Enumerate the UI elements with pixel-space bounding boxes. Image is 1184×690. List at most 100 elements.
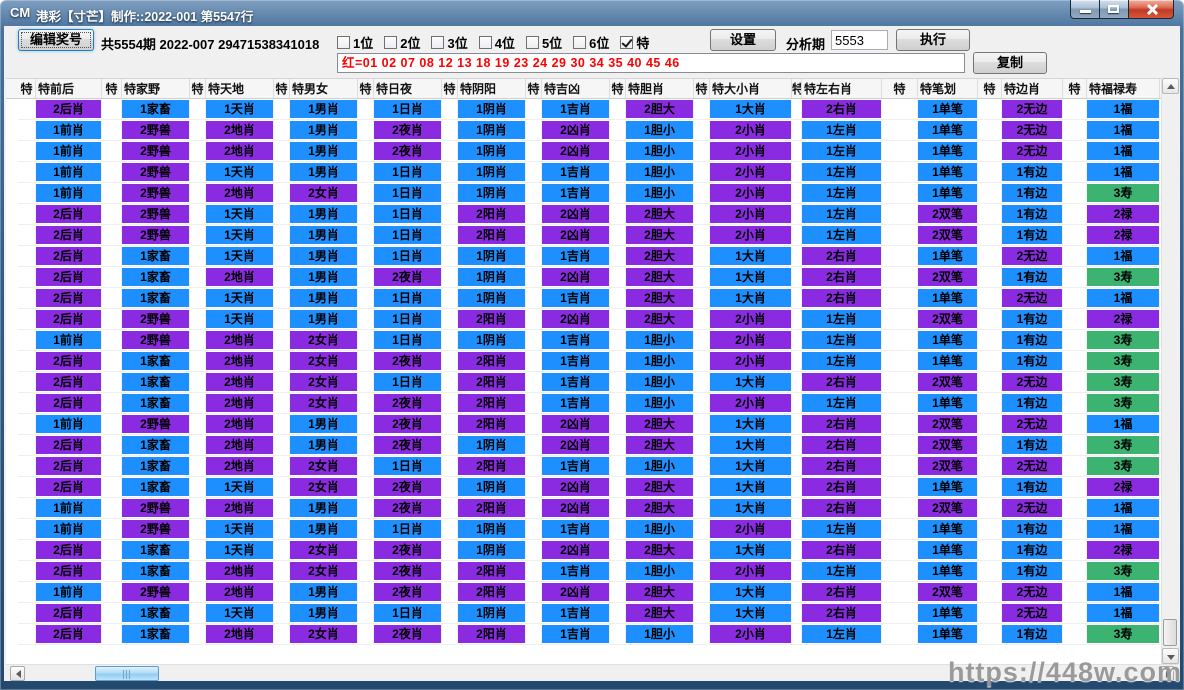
checkbox-3位[interactable]: 3位 — [431, 33, 467, 52]
column-header-te[interactable]: 特 — [526, 79, 542, 98]
column-header[interactable]: 特阴阳 — [458, 79, 526, 98]
table-row[interactable]: 2后肖1家畜1天肖1男肖1日肖1阴肖1吉肖2胆大1大肖2右肖1单笔2无边1福 — [18, 99, 1178, 120]
red-numbers-field[interactable]: 红=01 02 07 08 12 13 18 19 23 24 29 30 34… — [337, 53, 965, 73]
horizontal-scrollbar[interactable] — [6, 664, 1178, 681]
grid-cell-value: 1前肖 — [36, 331, 101, 349]
column-header-te[interactable]: 特 — [190, 79, 206, 98]
column-header[interactable]: 特天地 — [206, 79, 274, 98]
vertical-scrollbar[interactable] — [1161, 78, 1178, 664]
table-row[interactable]: 1前肖2野兽2地肖1男肖2夜肖1阴肖2凶肖1胆小2小肖1左肖1单笔2无边1福 — [18, 120, 1178, 141]
grid-cell-value: 1日肖 — [374, 331, 441, 349]
column-header[interactable]: 特吉凶 — [542, 79, 610, 98]
checkbox-2位[interactable]: 2位 — [384, 33, 420, 52]
checkbox-4位[interactable]: 4位 — [479, 33, 515, 52]
column-header[interactable]: 特大小肖 — [710, 79, 792, 98]
copy-button[interactable]: 复制 — [973, 52, 1047, 74]
table-row[interactable]: 2后肖1家畜2地肖2女肖2夜肖2阳肖1吉肖1胆小2小肖1左肖1单笔1有边3寿 — [18, 561, 1178, 582]
grid-cell-value: 1家畜 — [122, 352, 189, 370]
table-row[interactable]: 2后肖2野兽1天肖1男肖1日肖2阳肖2凶肖2胆大2小肖1左肖2双笔1有边2禄 — [18, 204, 1178, 225]
table-row[interactable]: 2后肖1家畜2地肖2女肖1日肖2阳肖1吉肖1胆小1大肖2右肖2双笔2无边3寿 — [18, 372, 1178, 393]
grid-cell-value: 1胆小 — [626, 562, 693, 580]
column-header-te[interactable]: 特 — [102, 79, 122, 98]
column-header[interactable]: 特左右肖 — [802, 79, 882, 98]
column-header-te[interactable]: 特 — [442, 79, 458, 98]
column-header[interactable]: 特笔划 — [918, 79, 978, 98]
checkbox-5位[interactable]: 5位 — [526, 33, 562, 52]
edit-prize-numbers-button[interactable]: 编辑奖号 — [18, 29, 94, 51]
checkbox-特[interactable]: 特 — [620, 33, 649, 52]
te-spacer-cell — [792, 225, 802, 246]
table-row[interactable]: 1前肖2野兽2地肖1男肖2夜肖2阳肖2凶肖2胆大1大肖2右肖2双笔2无边1福 — [18, 582, 1178, 603]
checkbox-6位[interactable]: 6位 — [573, 33, 609, 52]
horizontal-scroll-thumb[interactable] — [95, 666, 159, 681]
settings-button[interactable]: 设置 — [710, 29, 776, 51]
table-row[interactable]: 1前肖2野兽2地肖1男肖2夜肖2阳肖2凶肖2胆大1大肖2右肖2双笔2无边1福 — [18, 414, 1178, 435]
table-row[interactable]: 2后肖1家畜2地肖2女肖2夜肖2阳肖1吉肖1胆小2小肖1左肖1单笔1有边3寿 — [18, 393, 1178, 414]
column-header-te[interactable]: 特 — [358, 79, 374, 98]
column-header[interactable]: 特前后 — [36, 79, 102, 98]
column-header[interactable]: 特边肖 — [1002, 79, 1063, 98]
column-header[interactable]: 特胆肖 — [626, 79, 694, 98]
grid-cell-value: 1阴肖 — [458, 247, 525, 265]
grid-cell: 2阳肖 — [458, 624, 526, 645]
column-header[interactable]: 特家野 — [122, 79, 190, 98]
vertical-scroll-thumb[interactable] — [1163, 619, 1177, 646]
execute-button[interactable]: 执行 — [896, 29, 970, 51]
table-row[interactable]: 1前肖2野兽1天肖1男肖1日肖1阴肖1吉肖1胆小2小肖1左肖1单笔1有边1福 — [18, 519, 1178, 540]
grid-cell-value: 1左肖 — [802, 352, 881, 370]
grid-cell: 1胆小 — [626, 183, 694, 204]
column-header[interactable]: 特福禄寿 — [1087, 79, 1160, 98]
grid-cell-value: 1家畜 — [122, 562, 189, 580]
grid-cell: 1单笔 — [918, 120, 978, 141]
maximize-button[interactable] — [1100, 0, 1128, 19]
close-button[interactable] — [1128, 0, 1174, 19]
table-row[interactable]: 2后肖1家畜2地肖2女肖2夜肖2阳肖1吉肖1胆小2小肖1左肖1单笔1有边3寿 — [18, 624, 1178, 645]
table-row[interactable]: 1前肖2野兽2地肖1男肖2夜肖1阴肖2凶肖1胆小2小肖1左肖1单笔2无边1福 — [18, 141, 1178, 162]
table-row[interactable]: 2后肖1家畜2地肖2女肖2夜肖2阳肖1吉肖1胆小2小肖1左肖1单笔1有边3寿 — [18, 351, 1178, 372]
column-header-te[interactable]: 特 — [610, 79, 626, 98]
grid-cell: 2夜肖 — [374, 120, 442, 141]
table-row[interactable]: 2后肖1家畜2地肖1男肖2夜肖1阴肖2凶肖2胆大1大肖2右肖2双笔1有边3寿 — [18, 435, 1178, 456]
table-row[interactable]: 2后肖1家畜1天肖2女肖2夜肖1阴肖2凶肖2胆大1大肖2右肖1单笔1有边2禄 — [18, 540, 1178, 561]
table-row[interactable]: 1前肖2野兽2地肖2女肖1日肖1阴肖1吉肖1胆小2小肖1左肖1单笔1有边3寿 — [18, 330, 1178, 351]
checkbox-unchecked-icon — [431, 36, 444, 49]
te-spacer-cell — [102, 120, 122, 141]
column-header-te[interactable]: 特 — [978, 79, 1002, 98]
table-row[interactable]: 2后肖1家畜1天肖1男肖1日肖1阴肖1吉肖2胆大1大肖2右肖1单笔2无边1福 — [18, 603, 1178, 624]
grid-cell-value: 1单笔 — [918, 121, 977, 139]
column-header-te[interactable]: 特 — [694, 79, 710, 98]
table-row[interactable]: 2后肖1家畜1天肖1男肖1日肖1阴肖1吉肖2胆大1大肖2右肖1单笔2无边1福 — [18, 288, 1178, 309]
minimize-button[interactable] — [1070, 0, 1100, 19]
grid-cell-value: 1大肖 — [710, 268, 791, 286]
column-header[interactable]: 特日夜 — [374, 79, 442, 98]
table-row[interactable]: 1前肖2野兽2地肖1男肖2夜肖2阳肖2凶肖2胆大1大肖2右肖2双笔2无边1福 — [18, 498, 1178, 519]
table-row[interactable]: 2后肖1家畜1天肖1男肖1日肖1阴肖1吉肖2胆大1大肖2右肖1单笔2无边1福 — [18, 246, 1178, 267]
column-header-te[interactable]: 特 — [274, 79, 290, 98]
scroll-left-button[interactable] — [10, 666, 25, 681]
checkbox-1位[interactable]: 1位 — [337, 33, 373, 52]
table-row[interactable]: 1前肖2野兽2地肖2女肖1日肖1阴肖1吉肖1胆小2小肖1左肖1单笔1有边3寿 — [18, 183, 1178, 204]
grid-cell: 2双笔 — [918, 225, 978, 246]
grid-cell-value: 1家畜 — [122, 457, 189, 475]
table-row[interactable]: 2后肖2野兽1天肖1男肖1日肖2阳肖2凶肖2胆大2小肖1左肖2双笔1有边2禄 — [18, 225, 1178, 246]
analysis-period-input[interactable] — [831, 30, 888, 50]
scroll-up-button[interactable] — [1162, 78, 1179, 94]
grid-cell: 2地肖 — [206, 330, 274, 351]
scroll-right-button[interactable] — [1159, 666, 1174, 681]
table-row[interactable]: 2后肖2野兽1天肖1男肖1日肖2阳肖2凶肖2胆大2小肖1左肖2双笔1有边2禄 — [18, 309, 1178, 330]
column-header-te[interactable]: 特 — [792, 79, 802, 98]
te-spacer-cell — [190, 561, 206, 582]
column-header[interactable]: 特男女 — [290, 79, 358, 98]
table-row[interactable]: 1前肖2野兽1天肖1男肖1日肖1阴肖1吉肖1胆小2小肖1左肖1单笔1有边1福 — [18, 162, 1178, 183]
grid-cell: 2无边 — [1002, 414, 1063, 435]
column-header-te[interactable]: 特 — [1063, 79, 1087, 98]
column-header-te[interactable]: 特 — [882, 79, 918, 98]
column-header-te[interactable]: 特 — [18, 79, 36, 98]
table-row[interactable]: 2后肖1家畜2地肖1男肖2夜肖1阴肖2凶肖2胆大1大肖2右肖2双笔1有边3寿 — [18, 267, 1178, 288]
grid-cell: 1单笔 — [918, 288, 978, 309]
scroll-down-button[interactable] — [1162, 648, 1179, 664]
table-row[interactable]: 2后肖1家畜2地肖2女肖1日肖2阳肖1吉肖1胆小1大肖2右肖2双笔2无边3寿 — [18, 456, 1178, 477]
grid-cell: 2地肖 — [206, 351, 274, 372]
table-row[interactable]: 2后肖1家畜1天肖2女肖2夜肖1阴肖2凶肖2胆大1大肖2右肖1单笔1有边2禄 — [18, 477, 1178, 498]
titlebar[interactable]: CM 港彩【寸芒】制作::2022-001 第5547行 — [0, 0, 1184, 26]
